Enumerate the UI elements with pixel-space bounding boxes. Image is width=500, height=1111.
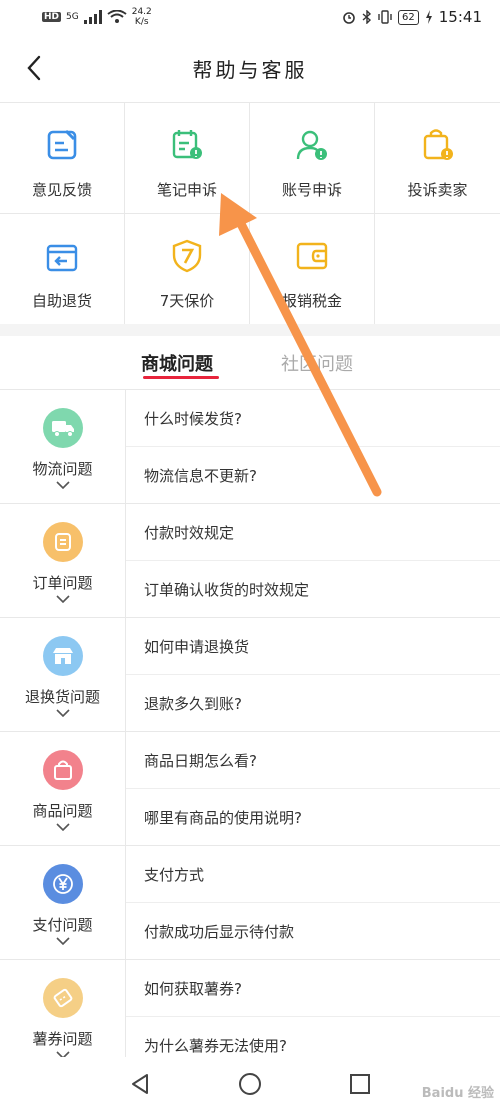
faq-section-return: 退换货问题 如何申请退换货 退款多久到账? — [0, 618, 500, 732]
account-appeal-icon — [296, 130, 327, 160]
faq-question[interactable]: 支付方式 — [126, 846, 500, 903]
faq-question[interactable]: 订单确认收货的时效规定 — [126, 561, 500, 618]
store-icon — [52, 648, 73, 664]
wallet-icon — [296, 242, 328, 270]
service-complain-seller[interactable]: 投诉卖家 — [375, 103, 500, 214]
faq-question[interactable]: 什么时候发货? — [126, 390, 500, 447]
nav-recent-icon — [350, 1074, 370, 1094]
service-tax-reimburse[interactable]: 报销税金 — [250, 214, 375, 325]
chevron-down-icon — [55, 709, 70, 717]
faq-question[interactable]: 退款多久到账? — [126, 675, 500, 732]
tab-mall[interactable]: 商城问题 — [141, 350, 213, 376]
question-tabs: 商城问题 社区问题 — [0, 336, 500, 390]
chevron-down-icon — [55, 595, 70, 603]
faq-section-product: 商品问题 商品日期怎么看? 哪里有商品的使用说明? — [0, 732, 500, 846]
faq-section-order: 订单问题 付款时效规定 订单确认收货的时效规定 — [0, 504, 500, 618]
complain-seller-icon — [423, 129, 453, 160]
speed-value: 24.2 — [131, 7, 152, 17]
service-self-return[interactable]: 自助退货 — [0, 214, 125, 325]
service-grid: 意见反馈 笔记申诉 账号申诉 投诉卖家 自助退货 7天保价 报销税金 — [0, 102, 500, 325]
chevron-down-icon — [55, 481, 70, 489]
service-label: 意见反馈 — [31, 181, 92, 199]
chevron-down-icon — [55, 823, 70, 831]
signal-icon — [83, 10, 102, 24]
truck-icon — [51, 421, 74, 437]
return-box-icon — [46, 244, 78, 272]
network-badge: HD — [42, 12, 62, 22]
nav-back-button[interactable] — [125, 1069, 155, 1099]
battery-icon: 62 — [398, 9, 419, 25]
category-payment[interactable]: 支付问题 — [0, 846, 126, 960]
price-protect-icon — [172, 239, 202, 273]
faq-question[interactable]: 哪里有商品的使用说明? — [126, 789, 500, 846]
tab-active-indicator — [143, 376, 219, 379]
nav-home-button[interactable] — [235, 1069, 265, 1099]
service-label: 账号申诉 — [281, 181, 342, 199]
faq-question[interactable]: 付款成功后显示待付款 — [126, 903, 500, 960]
bluetooth-icon — [362, 10, 372, 24]
service-feedback[interactable]: 意见反馈 — [0, 103, 125, 214]
nav-home-icon — [239, 1073, 261, 1095]
category-order[interactable]: 订单问题 — [0, 504, 126, 618]
service-label: 笔记申诉 — [156, 181, 217, 199]
service-label: 自助退货 — [31, 292, 92, 310]
service-label: 7天保价 — [159, 292, 215, 310]
vibrate-icon — [378, 10, 392, 24]
tab-community[interactable]: 社区问题 — [281, 350, 353, 376]
yen-icon — [52, 874, 73, 894]
faq-question[interactable]: 付款时效规定 — [126, 504, 500, 561]
charging-icon — [425, 10, 432, 24]
header: 帮助与客服 — [0, 34, 500, 102]
page-title: 帮助与客服 — [192, 57, 308, 82]
signal-label: 5G — [66, 12, 79, 22]
section-divider — [0, 324, 500, 336]
service-price-protect[interactable]: 7天保价 — [125, 214, 250, 325]
speed-unit: K/s — [134, 17, 149, 27]
service-empty-cell — [375, 214, 500, 325]
nav-recent-button[interactable] — [345, 1069, 375, 1099]
watermark: Baidu 经验 — [421, 1086, 494, 1101]
status-bar: HD 5G 24.2 K/s 62 15:41 — [0, 0, 500, 34]
feedback-icon — [47, 129, 77, 160]
category-label: 订单问题 — [32, 574, 93, 592]
order-icon — [54, 533, 71, 551]
category-label: 物流问题 — [32, 460, 93, 478]
faq-question[interactable]: 如何申请退换货 — [126, 618, 500, 675]
wifi-icon — [107, 10, 127, 23]
category-label: 退换货问题 — [24, 688, 100, 706]
faq-section-logistics: 物流问题 什么时候发货? 物流信息不更新? — [0, 390, 500, 504]
category-label: 支付问题 — [32, 916, 93, 934]
bag-icon — [53, 760, 72, 780]
category-product[interactable]: 商品问题 — [0, 732, 126, 846]
nav-back-icon — [132, 1074, 148, 1094]
faq-question[interactable]: 物流信息不更新? — [126, 447, 500, 504]
service-label: 报销税金 — [281, 292, 342, 310]
category-return[interactable]: 退换货问题 — [0, 618, 126, 732]
service-label: 投诉卖家 — [407, 181, 468, 199]
faq-question[interactable]: 商品日期怎么看? — [126, 732, 500, 789]
note-appeal-icon — [172, 130, 202, 159]
chevron-left-icon — [27, 55, 41, 81]
back-button[interactable] — [16, 48, 52, 88]
coupon-icon — [53, 988, 72, 1008]
category-label: 薯券问题 — [32, 1030, 93, 1048]
faq-section-payment: 支付问题 支付方式 付款成功后显示待付款 — [0, 846, 500, 960]
faq-question[interactable]: 如何获取薯券? — [126, 960, 500, 1017]
alarm-icon — [343, 12, 355, 24]
chevron-down-icon — [55, 937, 70, 945]
service-account-appeal[interactable]: 账号申诉 — [250, 103, 375, 214]
category-logistics[interactable]: 物流问题 — [0, 390, 126, 504]
clock: 15:41 — [438, 8, 482, 26]
category-label: 商品问题 — [32, 802, 93, 820]
service-note-appeal[interactable]: 笔记申诉 — [125, 103, 250, 214]
speed-readout: 24.2 K/s — [132, 7, 152, 27]
